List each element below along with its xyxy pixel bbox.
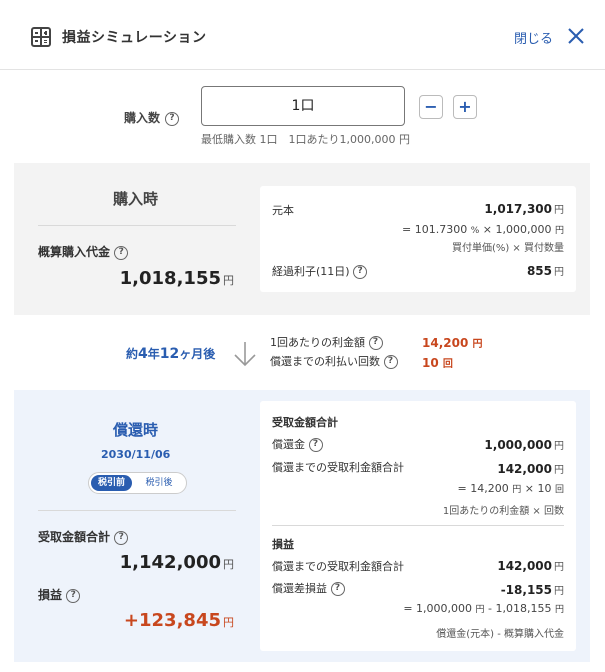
card-received-heading: 受取金額合計 xyxy=(272,416,338,429)
tab-post-tax[interactable]: 税引後 xyxy=(135,475,183,491)
accrued-interest-label: 経過利子(11日) ? xyxy=(272,263,368,279)
purchase-panel: 購入時 概算購入代金 ? 1,018,155 円 元本 1,017,300 円 = … xyxy=(14,163,590,315)
redemption-amount-value: 1,000,000 円 xyxy=(484,438,564,452)
help-icon[interactable]: ? xyxy=(66,588,81,603)
help-icon[interactable]: ? xyxy=(330,582,345,596)
quantity-note: 最低購入数 1口 1口あたり1,000,000 円 xyxy=(201,133,410,146)
divider xyxy=(272,525,564,526)
redemption-panel: 償還時 2030/11/06 受取金額合計 ? 1,142,000 円 損益 ? … xyxy=(14,390,590,662)
payment-count-value: 10 回 xyxy=(422,356,453,370)
pnl-diff-formula: = 1,000,000 円 - 1,018,155 円 xyxy=(403,602,564,615)
redemption-date: 2030/11/06 xyxy=(101,448,171,461)
estimated-price-label: 概算購入代金 ? xyxy=(38,243,129,260)
principal-formula: = 101.7300 % × 1,000,000 円 xyxy=(402,223,564,236)
pnl-interest-value: 142,000 円 xyxy=(497,559,564,573)
purchase-breakdown-card: 元本 1,017,300 円 = 101.7300 % × 1,000,000 円… xyxy=(260,186,576,292)
help-icon[interactable]: ? xyxy=(114,245,129,260)
close-icon[interactable] xyxy=(566,26,586,46)
pnl-label: 損益 ? xyxy=(38,586,81,603)
accrued-interest-value: 855 円 xyxy=(526,264,564,278)
tax-toggle: 税引前 税引後 xyxy=(88,472,187,494)
help-icon[interactable]: ? xyxy=(308,438,323,452)
calculator-icon xyxy=(31,27,51,47)
redemption-breakdown-card: 受取金額合計 償還金 ? 1,000,000 円 償還までの受取利金額合計 142… xyxy=(260,401,576,651)
help-icon[interactable]: ? xyxy=(383,355,398,369)
close-button[interactable]: 閉じる xyxy=(514,28,553,47)
payment-count-label: 償還までの利払い回数 ? xyxy=(270,353,398,369)
purchase-title: 購入時 xyxy=(113,190,159,208)
decrement-button[interactable]: − xyxy=(419,95,443,119)
principal-label: 元本 xyxy=(272,204,294,217)
arrow-down-icon xyxy=(234,342,256,367)
help-icon[interactable]: ? xyxy=(165,111,180,126)
increment-button[interactable]: + xyxy=(453,95,477,119)
divider xyxy=(38,510,236,511)
modal-header: 損益シミュレーション 閉じる xyxy=(0,0,605,70)
quantity-label: 購入数? xyxy=(124,109,180,126)
per-payment-label: 1回あたりの利金額 ? xyxy=(270,334,383,350)
received-total-label: 受取金額合計 ? xyxy=(38,528,129,545)
help-icon[interactable]: ? xyxy=(114,530,129,545)
estimated-price-value: 1,018,155 円 xyxy=(119,268,234,289)
redemption-amount-label: 償還金 ? xyxy=(272,436,323,452)
pnl-value: +123,845 円 xyxy=(123,610,234,631)
received-total-value: 1,142,000 円 xyxy=(119,552,234,573)
help-icon[interactable]: ? xyxy=(353,265,368,279)
redemption-title: 償還時 xyxy=(113,421,159,439)
principal-value: 1,017,300 円 xyxy=(484,202,564,216)
pnl-interest-label: 償還までの受取利金額合計 xyxy=(272,560,404,573)
pnl-diff-label: 償還差損益 ? xyxy=(272,580,345,596)
per-payment-value: 14,200 円 xyxy=(422,336,483,350)
interest-formula: = 14,200 円 × 10 回 xyxy=(457,482,564,495)
tab-pre-tax[interactable]: 税引前 xyxy=(91,475,132,491)
quantity-input[interactable]: 1口 xyxy=(201,86,405,126)
pnl-diff-formula-note: 償還金(元本) - 概算購入代金 xyxy=(436,629,564,640)
help-icon[interactable]: ? xyxy=(368,336,383,350)
pnl-diff-value: -18,155 円 xyxy=(500,583,564,597)
period-text: 約4年12ヶ月後 xyxy=(126,346,216,362)
quantity-row: 購入数? 1口 − + 最低購入数 1口 1口あたり1,000,000 円 xyxy=(0,86,605,156)
divider xyxy=(38,225,236,226)
interest-total-value: 142,000 円 xyxy=(497,462,564,476)
interest-formula-note: 1回あたりの利金額 × 回数 xyxy=(442,506,564,517)
principal-formula-note: 買付単価(%) × 買付数量 xyxy=(451,243,564,254)
modal-title: 損益シミュレーション xyxy=(62,30,207,46)
interest-total-label: 償還までの受取利金額合計 xyxy=(272,461,404,474)
card-pnl-heading: 損益 xyxy=(272,538,294,551)
